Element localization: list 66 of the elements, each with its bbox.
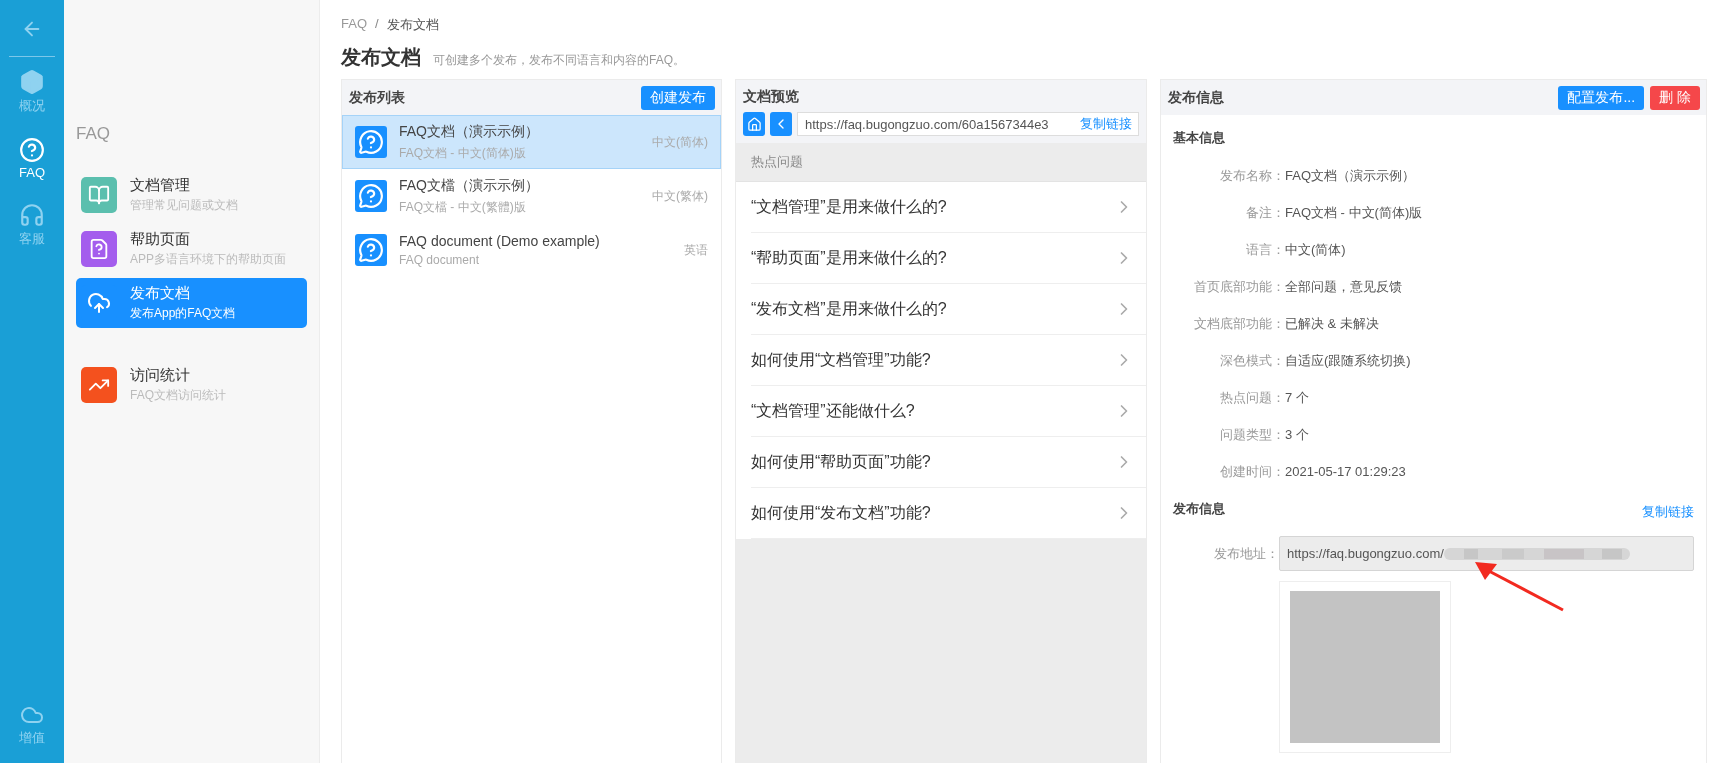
- document-question-icon: [88, 238, 110, 260]
- field-value: FAQ文档 - 中文(简体)版: [1285, 203, 1424, 222]
- field-label: 语言：: [1245, 240, 1285, 259]
- publish-item[interactable]: FAQ文档（演示示例） FAQ文档 - 中文(简体)版 中文(简体): [342, 115, 721, 169]
- publish-item-subtitle: FAQ文档 - 中文(简体)版: [399, 144, 527, 162]
- question-bubble-icon: [355, 180, 387, 212]
- field-label: 备注：: [1245, 203, 1285, 222]
- panel-title: 发布列表: [349, 88, 405, 107]
- publish-item-language: 中文(繁体): [652, 187, 708, 205]
- sidebar-item-subtitle: 发布App的FAQ文档: [130, 305, 236, 322]
- field-label: 深色模式：: [1219, 351, 1285, 370]
- field-value: 7 个: [1285, 388, 1310, 407]
- publish-item-subtitle: FAQ document: [399, 253, 481, 267]
- address-field[interactable]: https://faq.bugongzuo.com/: [1279, 536, 1694, 571]
- field-value: 全部问题，意见反馈: [1285, 277, 1403, 296]
- publish-item-title: FAQ文檔（演示示例）: [399, 176, 540, 195]
- sidebar-item-title: 文档管理: [130, 176, 191, 195]
- question-bubble-icon: [355, 126, 387, 158]
- home-button[interactable]: [743, 112, 765, 136]
- page-subtitle: 可创建多个发布，发布不同语言和内容的FAQ。: [433, 52, 685, 69]
- cube-icon: [19, 69, 45, 95]
- question-bubble-icon: [355, 234, 387, 266]
- delete-button[interactable]: 删 除: [1650, 85, 1700, 110]
- field-label: 发布地址：: [1213, 544, 1279, 563]
- field-label: 热点问题：: [1219, 388, 1285, 407]
- field-label: 发布名称：: [1219, 166, 1285, 185]
- book-icon: [88, 184, 110, 206]
- publish-item-title: FAQ文档（演示示例）: [399, 122, 540, 141]
- help-icon: [19, 137, 45, 163]
- sidebar-item-title: 访问统计: [130, 366, 191, 385]
- section-title: 发布信息: [1173, 500, 1225, 518]
- field-value: 2021-05-17 01:29:23: [1285, 464, 1407, 479]
- panel-title: 发布信息: [1168, 88, 1224, 107]
- field-value: 中文(简体): [1285, 240, 1347, 259]
- question-row[interactable]: 如何使用“帮助页面”功能?: [751, 437, 1146, 488]
- question-row[interactable]: 如何使用“文档管理”功能?: [751, 335, 1146, 386]
- back-button[interactable]: [770, 112, 792, 136]
- sidebar-item-title: 帮助页面: [130, 230, 191, 249]
- publish-item-title: FAQ document (Demo example): [399, 233, 601, 249]
- section-title: 基本信息: [1173, 129, 1226, 147]
- field-value: FAQ文档（演示示例）: [1285, 166, 1416, 185]
- url-field[interactable]: https://faq.bugongzuo.com/60a1567344e3 复制链接: [797, 112, 1139, 136]
- publish-item-language: 英语: [684, 241, 708, 259]
- field-value: 自适应(跟随系统切换): [1285, 351, 1412, 370]
- field-label: 创建时间：: [1219, 462, 1285, 481]
- question-row[interactable]: “文档管理”是用来做什么的?: [751, 182, 1146, 233]
- question-row[interactable]: 如何使用“发布文档”功能?: [751, 488, 1146, 539]
- publish-item-language: 中文(简体): [652, 133, 708, 151]
- sidebar-item-title: 发布文档: [130, 284, 191, 303]
- page-title: 发布文档: [341, 45, 421, 70]
- breadcrumb-item: 发布文档: [386, 16, 439, 34]
- field-label: 首页底部功能：: [1193, 277, 1285, 296]
- question-row[interactable]: “发布文档”是用来做什么的?: [751, 284, 1146, 335]
- question-row[interactable]: “文档管理”还能做什么?: [751, 386, 1146, 437]
- panel-title: 文档预览: [743, 88, 800, 106]
- headphones-icon: [19, 202, 45, 228]
- field-label: 问题类型：: [1219, 425, 1285, 444]
- field-value: 3 个: [1285, 425, 1310, 444]
- home-icon: [746, 116, 762, 132]
- publish-item-subtitle: FAQ文檔 - 中文(繁體)版: [399, 198, 527, 216]
- cloud-upload-icon: [87, 291, 111, 315]
- sidebar-title: FAQ: [76, 124, 111, 144]
- question-row[interactable]: “帮助页面”是用来做什么的?: [751, 233, 1146, 284]
- field-label: 文档底部功能：: [1193, 314, 1285, 333]
- field-value: 已解决 & 未解决: [1285, 314, 1380, 333]
- breadcrumb-separator: /: [375, 16, 379, 33]
